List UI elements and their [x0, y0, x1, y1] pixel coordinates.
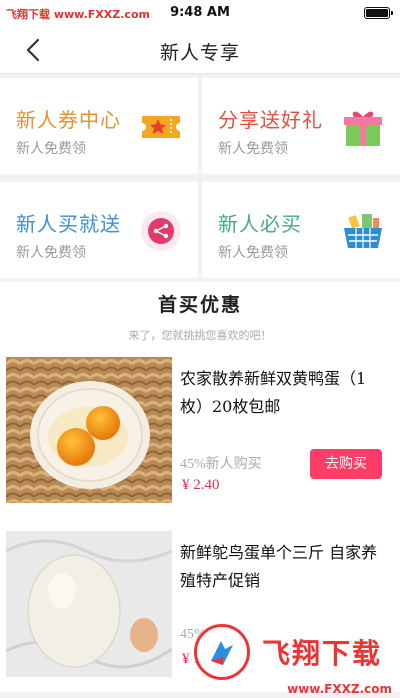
product-price: ¥ 2.40 [182, 477, 220, 493]
page-title: 新人专享 [159, 42, 240, 64]
product-name: 农家散养新鲜双黄鸭蛋（1枚）20枚包邮 [180, 369, 367, 416]
ticket-icon [142, 116, 180, 138]
status-bar: 飞翔下载 www.FXXZ.com 9:48 AM [0, 0, 400, 26]
card-must-buy[interactable]: 新人必买 新人免费领 [202, 182, 400, 278]
card-subtitle: 新人免费领 [16, 245, 86, 261]
card-title: 新人买就送 [16, 212, 121, 236]
section-title: 首买优惠 [157, 294, 242, 316]
promo-grid: 新人券中心 新人免费领 分享送好礼 新人免费领 新人买就送 新人免费领 新人必买… [0, 74, 400, 278]
duck-egg-image [6, 357, 172, 503]
card-subtitle: 新人免费领 [218, 245, 288, 261]
card-title: 新人券中心 [16, 108, 121, 132]
ostrich-egg-image [6, 531, 172, 677]
site-watermark: 飞翔下载 [193, 624, 390, 680]
product-discount: 45%新人购买 [180, 457, 262, 472]
card-share-gift[interactable]: 分享送好礼 新人免费领 [202, 78, 400, 174]
section-subtitle: 来了，您就挑挑您喜欢的吧！ [128, 329, 272, 342]
card-buy-get-free[interactable]: 新人买就送 新人免费领 [0, 182, 198, 278]
card-title: 分享送好礼 [218, 108, 323, 132]
product-name: 新鲜鸵鸟蛋单个三斤 自家养殖特产促销 [180, 543, 378, 590]
nav-bar: 新人专享 [0, 26, 400, 74]
battery-icon [364, 7, 393, 19]
fxxz-logo-icon [193, 624, 250, 680]
card-title: 新人必买 [218, 212, 302, 236]
product-item[interactable]: 农家散养新鲜双黄鸭蛋（1枚）20枚包邮 45%新人购买 ¥ 2.40 去购买 [0, 357, 400, 517]
basket-icon [344, 214, 382, 248]
card-subtitle: 新人免费领 [218, 141, 288, 157]
watermark-text: 飞翔下载 [253, 630, 390, 674]
buy-button[interactable]: 去购买 [310, 449, 382, 479]
watermark-url: www.FXXZ.com [287, 682, 392, 696]
gift-icon [344, 111, 382, 146]
status-time: 9:48 AM [170, 5, 230, 20]
card-coupon-center[interactable]: 新人券中心 新人免费领 [0, 78, 198, 174]
share-icon [141, 211, 181, 251]
card-subtitle: 新人免费领 [16, 141, 86, 157]
